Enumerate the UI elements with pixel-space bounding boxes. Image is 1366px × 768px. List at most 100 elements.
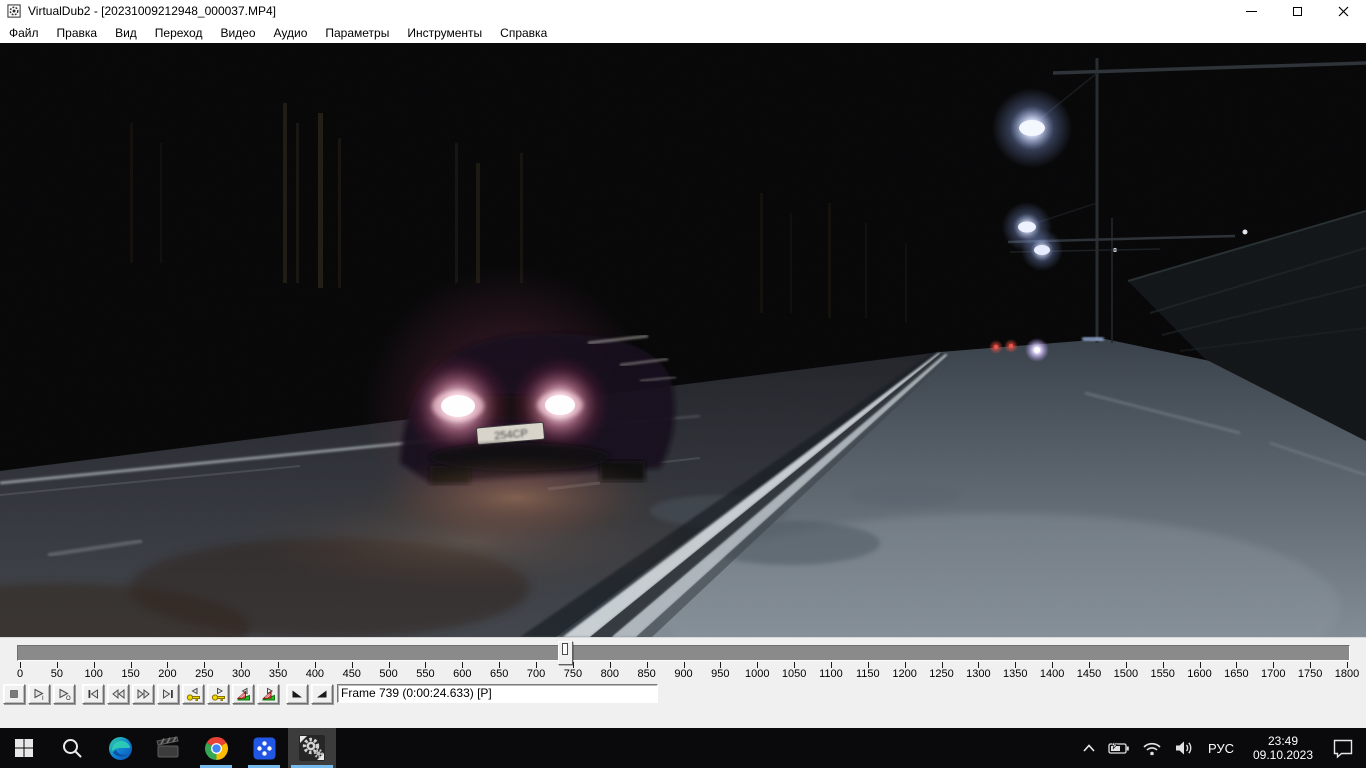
- video-frame: 254CP: [0, 43, 1366, 637]
- next-keyframe-button[interactable]: [207, 684, 229, 704]
- ruler-tick-label: 450: [343, 668, 361, 680]
- ruler-tick-label: 500: [379, 668, 397, 680]
- ruler-tick-label: 1000: [745, 668, 769, 680]
- menu-bar: ФайлПравкаВидПереходВидеоАудиоПараметрыИ…: [0, 22, 1366, 43]
- forward-icon: [136, 687, 151, 701]
- ruler-tick-label: 1550: [1150, 668, 1174, 680]
- menu-item-help[interactable]: Справка: [491, 23, 556, 43]
- stop-icon: [7, 687, 21, 701]
- ruler-tick-label: 1400: [1040, 668, 1064, 680]
- stop-button[interactable]: [3, 684, 25, 704]
- ruler-tick-label: 300: [232, 668, 250, 680]
- ruler-tick-label: 250: [195, 668, 213, 680]
- prev-keyframe-button[interactable]: [182, 684, 204, 704]
- ruler-tick-label: 550: [416, 668, 434, 680]
- search-icon: [60, 736, 84, 760]
- dashcam-scene: 254CP: [0, 43, 1366, 637]
- ruler-tick-label: 1800: [1335, 668, 1359, 680]
- tray-battery-button[interactable]: [1102, 728, 1136, 768]
- tray-volume-button[interactable]: [1168, 728, 1200, 768]
- prev-keyframe-icon: [186, 687, 201, 702]
- ruler-tick-label: 1050: [782, 668, 806, 680]
- tray-chevron-button[interactable]: [1076, 728, 1102, 768]
- close-button[interactable]: [1320, 0, 1366, 22]
- ruler-tick-label: 1100: [819, 668, 843, 680]
- tray-clock[interactable]: 23:49 09.10.2023: [1242, 734, 1324, 762]
- taskbar-virtualdub-button[interactable]: [288, 728, 336, 768]
- ruler-tick-label: 1750: [1298, 668, 1322, 680]
- battery-charging-icon: [1108, 741, 1130, 755]
- backward-button[interactable]: [107, 684, 129, 704]
- ruler-tick-label: 350: [269, 668, 287, 680]
- play-output-icon: O: [57, 687, 71, 701]
- prev-scene-button[interactable]: [232, 684, 254, 704]
- ruler-tick-label: 1300: [966, 668, 990, 680]
- tray-network-button[interactable]: [1136, 728, 1168, 768]
- go-start-button[interactable]: [82, 684, 104, 704]
- play-input-icon: I: [32, 687, 46, 701]
- next-scene-icon: [261, 687, 276, 702]
- clapperboard-icon: [155, 735, 181, 761]
- menu-item-view[interactable]: Вид: [106, 23, 146, 43]
- menu-item-edit[interactable]: Правка: [48, 23, 107, 43]
- tray-date: 09.10.2023: [1250, 748, 1316, 762]
- ruler-tick-label: 900: [674, 668, 692, 680]
- seek-track[interactable]: [17, 645, 1350, 661]
- backward-icon: [111, 687, 126, 701]
- play-input-button[interactable]: I: [28, 684, 50, 704]
- taskbar-chrome-button[interactable]: [192, 728, 240, 768]
- prev-scene-icon: [236, 687, 251, 702]
- notification-icon: [1332, 737, 1354, 759]
- svg-text:O: O: [66, 696, 71, 701]
- transport-panel: 0501001502002503003504004505005506006507…: [0, 637, 1366, 728]
- menu-item-audio[interactable]: Аудио: [265, 23, 317, 43]
- taskbar-blue-app-button[interactable]: [240, 728, 288, 768]
- frame-ruler: 0501001502002503003504004505005506006507…: [20, 661, 1347, 681]
- menu-item-go[interactable]: Переход: [146, 23, 212, 43]
- minimize-button[interactable]: [1228, 0, 1274, 22]
- ruler-tick-label: 150: [121, 668, 139, 680]
- menu-item-options[interactable]: Параметры: [316, 23, 398, 43]
- windows-logo-icon: [13, 737, 35, 759]
- taskbar-edge-button[interactable]: [96, 728, 144, 768]
- taskbar-movie-app-button[interactable]: [144, 728, 192, 768]
- ruler-tick-label: 650: [490, 668, 508, 680]
- close-icon: [1338, 6, 1349, 17]
- ruler-tick-label: 1200: [892, 668, 916, 680]
- ruler-tick-label: 1250: [929, 668, 953, 680]
- restore-icon: [1293, 7, 1302, 16]
- window-title: VirtualDub2 - [20231009212948_000037.MP4…: [28, 4, 276, 18]
- menu-item-video[interactable]: Видео: [211, 23, 264, 43]
- ruler-tick-label: 700: [527, 668, 545, 680]
- go-end-button[interactable]: [157, 684, 179, 704]
- ruler-tick-label: 600: [453, 668, 471, 680]
- edge-icon: [108, 736, 133, 761]
- mark-in-icon: [290, 687, 304, 701]
- tray-time: 23:49: [1250, 734, 1316, 748]
- menu-item-file[interactable]: Файл: [0, 23, 48, 43]
- ruler-tick-label: 50: [51, 668, 63, 680]
- next-keyframe-icon: [211, 687, 226, 702]
- minimize-icon: [1246, 11, 1257, 12]
- notification-center-button[interactable]: [1324, 728, 1366, 768]
- tray-language-indicator[interactable]: РУС: [1200, 728, 1242, 768]
- virtualdub-app-icon: [7, 4, 22, 19]
- ruler-tick-label: 200: [158, 668, 176, 680]
- ruler-tick-label: 0: [17, 668, 23, 680]
- play-output-button[interactable]: O: [53, 684, 75, 704]
- search-button[interactable]: [48, 728, 96, 768]
- frame-position-display: Frame 739 (0:00:24.633) [P]: [337, 684, 658, 703]
- ruler-tick-label: 750: [564, 668, 582, 680]
- mark-out-button[interactable]: [311, 684, 333, 704]
- transport-buttons: I O: [3, 684, 336, 704]
- ruler-tick-label: 950: [711, 668, 729, 680]
- restore-button[interactable]: [1274, 0, 1320, 22]
- go-start-icon: [86, 687, 100, 701]
- menu-item-tools[interactable]: Инструменты: [398, 23, 491, 43]
- ruler-tick-label: 1350: [1003, 668, 1027, 680]
- forward-button[interactable]: [132, 684, 154, 704]
- start-button[interactable]: [0, 728, 48, 768]
- next-scene-button[interactable]: [257, 684, 279, 704]
- mark-in-button[interactable]: [286, 684, 308, 704]
- ruler-tick-label: 800: [601, 668, 619, 680]
